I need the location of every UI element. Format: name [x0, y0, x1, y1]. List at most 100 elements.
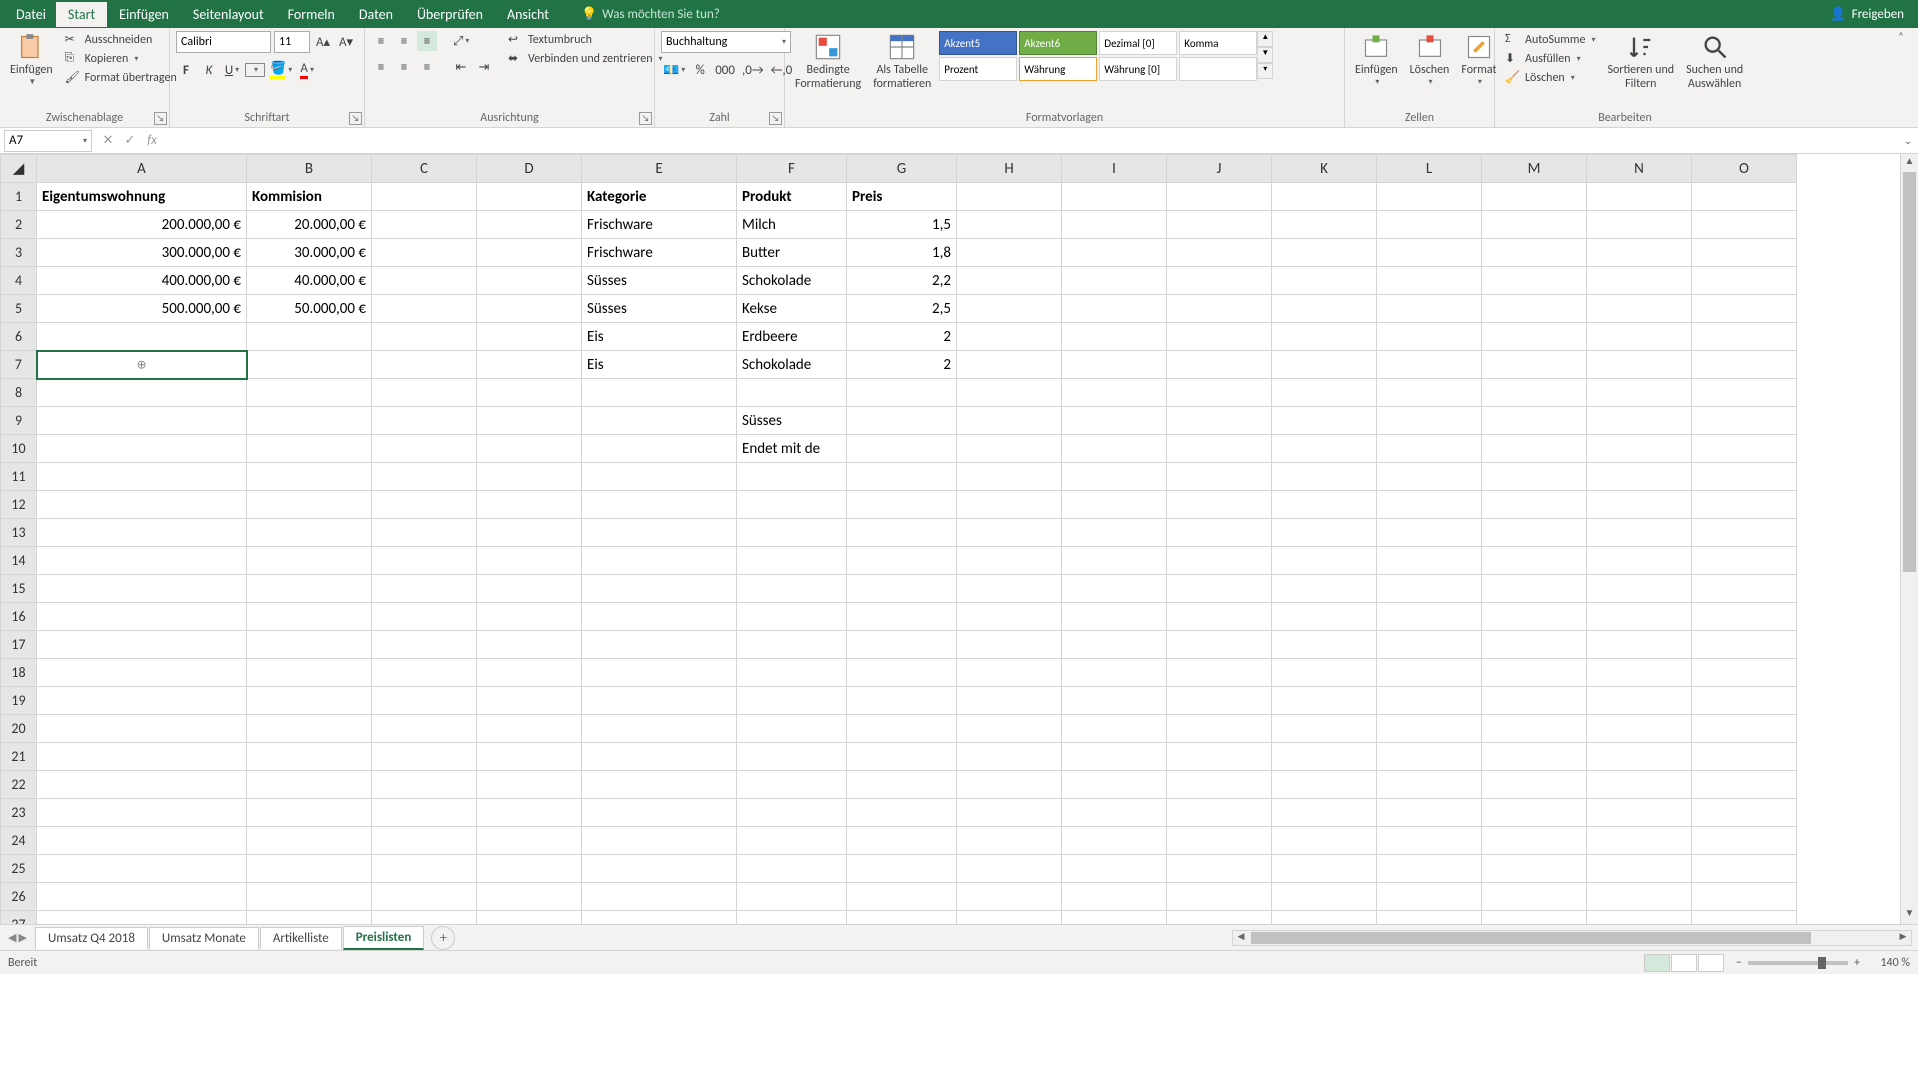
cell-G19[interactable]: [847, 687, 957, 715]
cell-K12[interactable]: [1272, 491, 1377, 519]
cell-L6[interactable]: [1377, 323, 1482, 351]
cell-J14[interactable]: [1167, 547, 1272, 575]
cell-D21[interactable]: [477, 743, 582, 771]
cell-N21[interactable]: [1587, 743, 1692, 771]
cell-M2[interactable]: [1482, 211, 1587, 239]
row-header-17[interactable]: 17: [1, 631, 37, 659]
sheet-tab-umsatz-q4[interactable]: Umsatz Q4 2018: [35, 927, 148, 949]
cell-M22[interactable]: [1482, 771, 1587, 799]
cell-F12[interactable]: [737, 491, 847, 519]
cell-J12[interactable]: [1167, 491, 1272, 519]
cell-O4[interactable]: [1692, 267, 1797, 295]
cell-M27[interactable]: [1482, 911, 1587, 925]
cell-C15[interactable]: [372, 575, 477, 603]
cell-L26[interactable]: [1377, 883, 1482, 911]
cell-F10[interactable]: Endet mit de: [737, 435, 847, 463]
cell-N3[interactable]: [1587, 239, 1692, 267]
cell-B17[interactable]: [247, 631, 372, 659]
enter-formula-button[interactable]: ✓: [120, 131, 140, 151]
cell-H2[interactable]: [957, 211, 1062, 239]
page-layout-view-button[interactable]: [1671, 954, 1697, 972]
cell-O20[interactable]: [1692, 715, 1797, 743]
cell-C2[interactable]: [372, 211, 477, 239]
cell-D1[interactable]: [477, 183, 582, 211]
cell-A4[interactable]: 400.000,00 €: [37, 267, 247, 295]
align-bottom-icon[interactable]: ≡: [417, 31, 437, 51]
cell-F16[interactable]: [737, 603, 847, 631]
zoom-in-button[interactable]: +: [1854, 956, 1860, 970]
cell-H27[interactable]: [957, 911, 1062, 925]
row-header-15[interactable]: 15: [1, 575, 37, 603]
cell-K20[interactable]: [1272, 715, 1377, 743]
cell-L4[interactable]: [1377, 267, 1482, 295]
cell-F3[interactable]: Butter: [737, 239, 847, 267]
cell-J3[interactable]: [1167, 239, 1272, 267]
row-header-25[interactable]: 25: [1, 855, 37, 883]
cut-button[interactable]: ✂ Ausschneiden: [61, 31, 181, 49]
cell-M1[interactable]: [1482, 183, 1587, 211]
cell-B12[interactable]: [247, 491, 372, 519]
cell-O17[interactable]: [1692, 631, 1797, 659]
cell-D18[interactable]: [477, 659, 582, 687]
cell-F8[interactable]: [737, 379, 847, 407]
align-middle-icon[interactable]: ≡: [394, 31, 414, 51]
orientation-button[interactable]: ⤢▾: [451, 31, 471, 51]
cell-J1[interactable]: [1167, 183, 1272, 211]
cell-E6[interactable]: Eis: [582, 323, 737, 351]
merge-center-button[interactable]: ⬌ Verbinden und zentrieren ▾: [504, 50, 667, 68]
collapse-ribbon-button[interactable]: ˄: [1898, 30, 1914, 46]
cell-L5[interactable]: [1377, 295, 1482, 323]
wrap-text-button[interactable]: ↩ Textumbruch: [504, 31, 667, 49]
cell-E9[interactable]: [582, 407, 737, 435]
cell-M17[interactable]: [1482, 631, 1587, 659]
cell-D7[interactable]: [477, 351, 582, 379]
cell-A14[interactable]: [37, 547, 247, 575]
align-left-icon[interactable]: ≡: [371, 57, 391, 77]
cell-B26[interactable]: [247, 883, 372, 911]
cell-L19[interactable]: [1377, 687, 1482, 715]
cell-H10[interactable]: [957, 435, 1062, 463]
sheet-nav-first-icon[interactable]: ◀: [8, 931, 16, 944]
cell-D5[interactable]: [477, 295, 582, 323]
column-header-F[interactable]: F: [737, 155, 847, 183]
cell-A11[interactable]: [37, 463, 247, 491]
gallery-more-button[interactable]: ▾: [1257, 63, 1273, 79]
cell-I17[interactable]: [1062, 631, 1167, 659]
cell-N23[interactable]: [1587, 799, 1692, 827]
cell-A13[interactable]: [37, 519, 247, 547]
tab-daten[interactable]: Daten: [347, 2, 405, 27]
cell-K1[interactable]: [1272, 183, 1377, 211]
column-header-C[interactable]: C: [372, 155, 477, 183]
column-header-D[interactable]: D: [477, 155, 582, 183]
cell-O11[interactable]: [1692, 463, 1797, 491]
cell-L16[interactable]: [1377, 603, 1482, 631]
cell-F18[interactable]: [737, 659, 847, 687]
add-sheet-button[interactable]: +: [431, 926, 455, 950]
cell-C11[interactable]: [372, 463, 477, 491]
cell-I22[interactable]: [1062, 771, 1167, 799]
cell-D20[interactable]: [477, 715, 582, 743]
cell-M12[interactable]: [1482, 491, 1587, 519]
cell-F24[interactable]: [737, 827, 847, 855]
cell-F6[interactable]: Erdbeere: [737, 323, 847, 351]
cell-G20[interactable]: [847, 715, 957, 743]
cell-A21[interactable]: [37, 743, 247, 771]
cell-E15[interactable]: [582, 575, 737, 603]
cell-D25[interactable]: [477, 855, 582, 883]
font-color-button[interactable]: A▾: [297, 60, 317, 80]
cell-K13[interactable]: [1272, 519, 1377, 547]
tab-ansicht[interactable]: Ansicht: [495, 2, 561, 27]
cell-J18[interactable]: [1167, 659, 1272, 687]
cell-L18[interactable]: [1377, 659, 1482, 687]
cell-O5[interactable]: [1692, 295, 1797, 323]
cell-J9[interactable]: [1167, 407, 1272, 435]
cell-K24[interactable]: [1272, 827, 1377, 855]
cell-B14[interactable]: [247, 547, 372, 575]
cell-H9[interactable]: [957, 407, 1062, 435]
cell-N25[interactable]: [1587, 855, 1692, 883]
bold-button[interactable]: F: [176, 60, 196, 80]
cell-K16[interactable]: [1272, 603, 1377, 631]
cell-D10[interactable]: [477, 435, 582, 463]
borders-button[interactable]: ▾: [245, 63, 265, 77]
cell-G11[interactable]: [847, 463, 957, 491]
